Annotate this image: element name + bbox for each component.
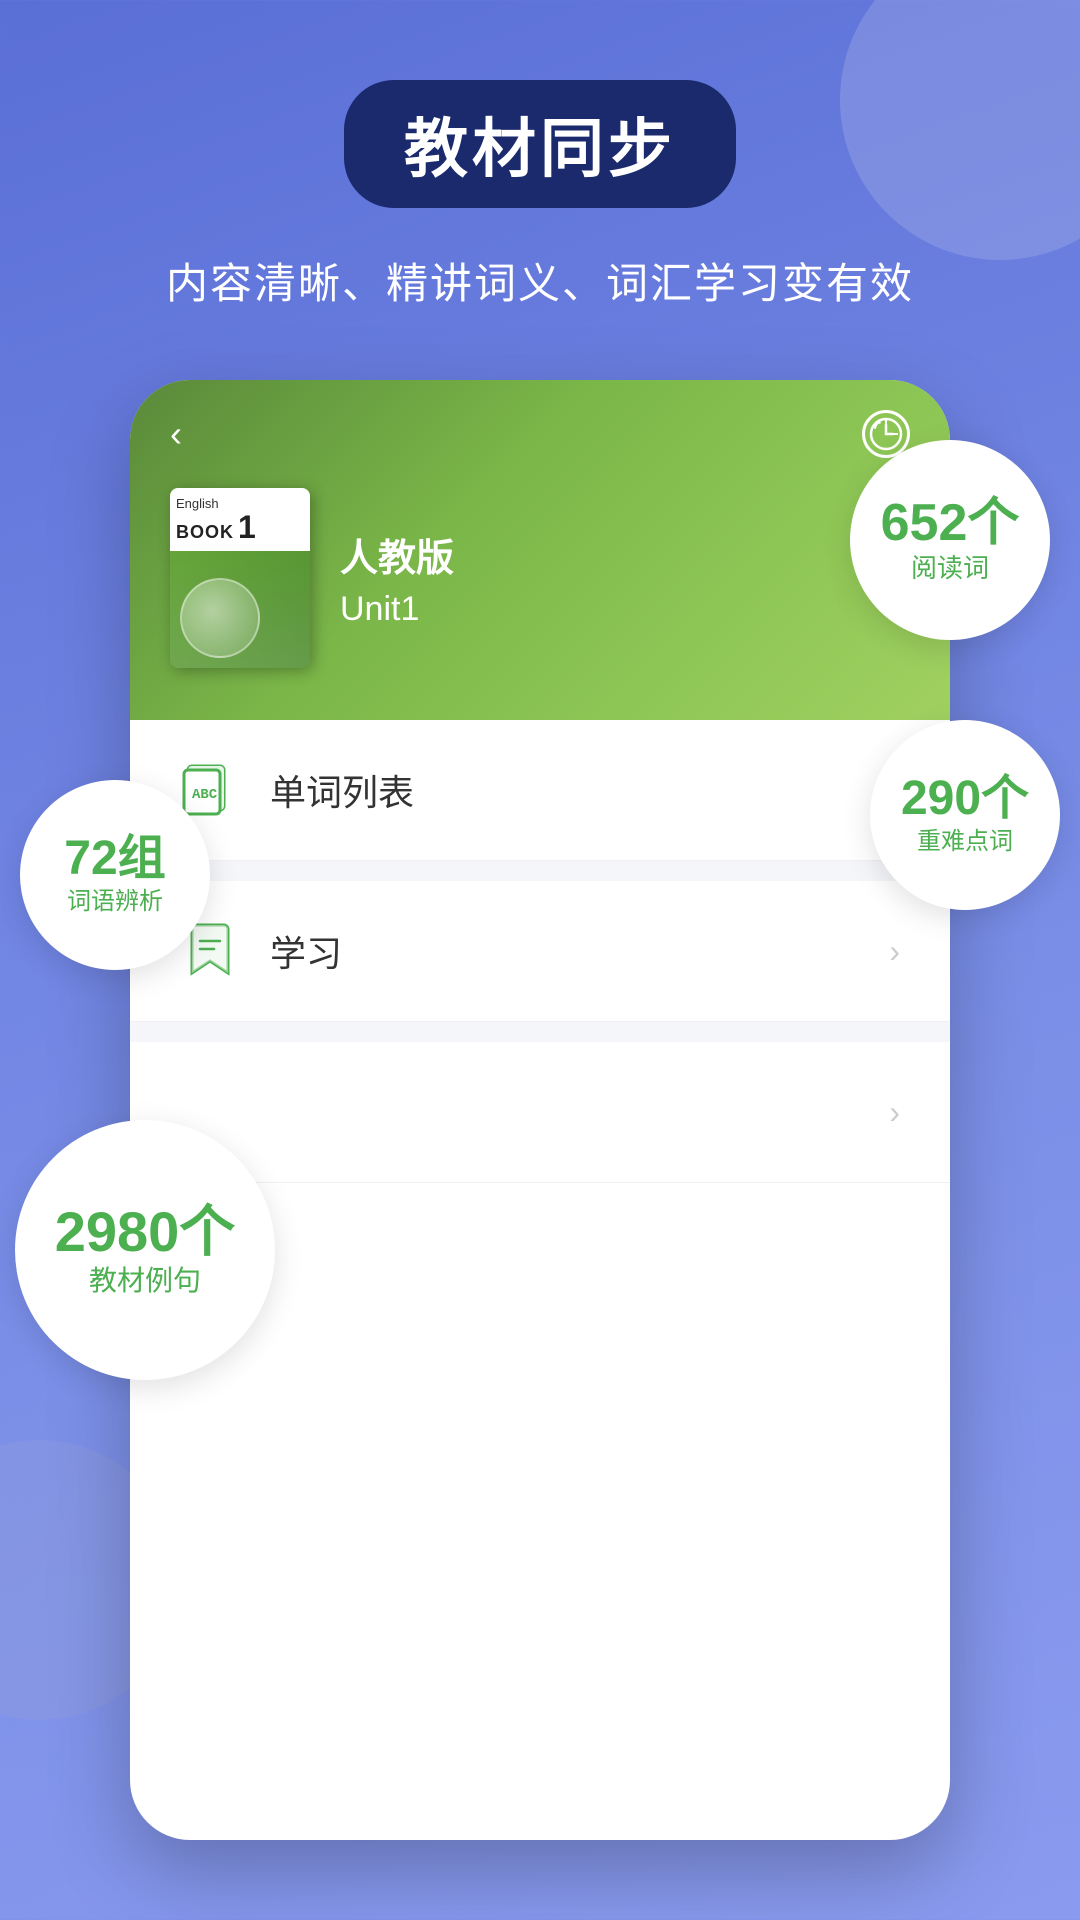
title-badge: 教材同步 <box>344 80 736 208</box>
stat-number-72: 72组 <box>64 833 165 886</box>
stat-badge-reading-words: 652个 阅读词 <box>850 440 1050 640</box>
stat-label-word-groups: 词语辨析 <box>67 886 163 917</box>
stat-badge-example-sentences: 2980个 教材例句 <box>15 1120 275 1380</box>
stat-label-example-sentences: 教材例句 <box>89 1263 201 1299</box>
stat-label-key-words: 重难点词 <box>917 826 1013 857</box>
book-info: English BOOK 1 人教版 Unit1 <box>170 488 910 668</box>
bg-decoration-circle-tr <box>840 0 1080 260</box>
menu-item-study-label: 学习 <box>270 925 889 977</box>
book-cover: English BOOK 1 <box>170 488 310 668</box>
menu-item-study[interactable]: 学习 › <box>130 881 950 1022</box>
book-unit: Unit1 <box>340 590 454 629</box>
phone-content: ABC 单词列表 › 学习 › › <box>130 720 950 1183</box>
stat-number-2980: 2980个 <box>55 1201 236 1263</box>
book-label-english: English <box>176 496 219 511</box>
menu-divider-1 <box>130 861 950 881</box>
svg-text:ABC: ABC <box>192 787 218 803</box>
book-label-number: 1 <box>238 511 256 543</box>
stat-badge-key-words: 290个 重难点词 <box>870 720 1060 910</box>
menu-item-third[interactable]: › <box>130 1042 950 1183</box>
stat-label-reading-words: 阅读词 <box>911 552 989 586</box>
menu-divider-2 <box>130 1022 950 1042</box>
back-button[interactable]: ‹ <box>170 413 182 455</box>
phone-mockup: ‹ English BOOK 1 <box>130 380 950 1840</box>
stat-badge-word-groups: 72组 词语辨析 <box>20 780 210 970</box>
chevron-right-icon-3: › <box>889 1094 900 1131</box>
abc-icon: ABC <box>180 760 240 820</box>
menu-item-word-list[interactable]: ABC 单词列表 › <box>130 720 950 861</box>
chevron-right-icon-2: › <box>889 933 900 970</box>
subtitle: 内容清晰、精讲词义、词汇学习变有效 <box>0 250 1080 311</box>
page-title: 教材同步 <box>404 113 676 185</box>
stat-number-652: 652个 <box>881 495 1020 552</box>
menu-item-word-list-label: 单词列表 <box>270 764 889 816</box>
stat-number-290: 290个 <box>901 773 1029 826</box>
phone-header: ‹ English BOOK 1 <box>130 380 950 720</box>
book-publisher: 人教版 <box>340 527 454 582</box>
book-cover-globe <box>180 578 260 658</box>
book-text-info: 人教版 Unit1 <box>340 527 454 629</box>
phone-nav: ‹ <box>170 410 910 458</box>
book-label-book: BOOK <box>176 522 234 543</box>
